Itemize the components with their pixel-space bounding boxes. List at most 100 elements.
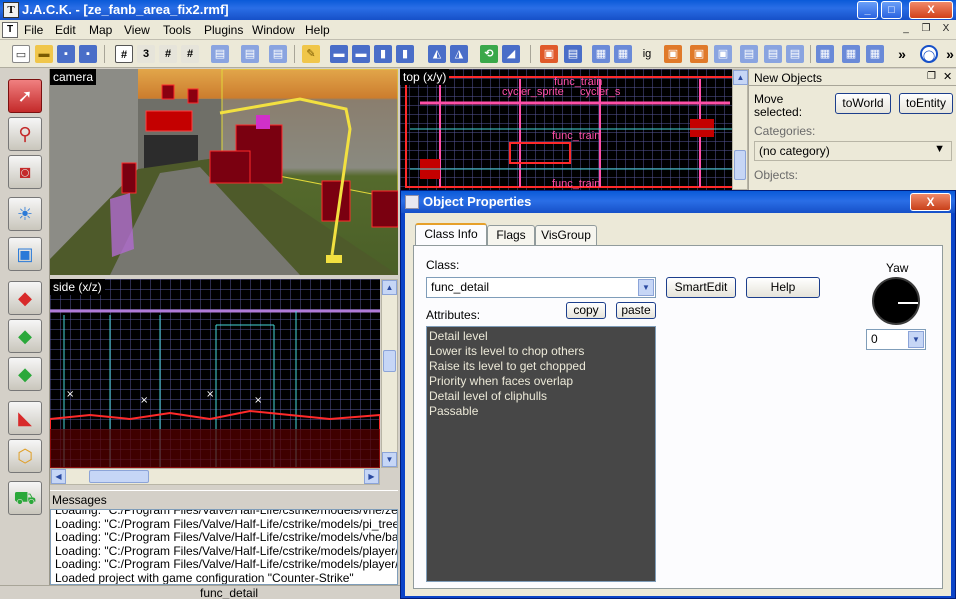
vertex-tool-icon[interactable]: ⬡ [8, 439, 42, 473]
scroll-right-arrow-icon[interactable]: ▶ [364, 469, 379, 484]
to-world-button[interactable]: toWorld [835, 93, 891, 114]
paste-special-icon[interactable]: ▤ [786, 45, 804, 63]
hide-selection-icon[interactable]: ▣ [714, 45, 732, 63]
scroll-thumb[interactable] [383, 350, 396, 372]
selection-tool-icon[interactable]: ➚ [8, 79, 42, 113]
dock-close-icon[interactable]: ✕ [943, 70, 952, 83]
new-file-icon[interactable]: ▭ [12, 45, 30, 63]
block-tool-icon[interactable]: ▣ [8, 237, 42, 271]
scroll-up-arrow-icon[interactable]: ▲ [733, 70, 748, 85]
menu-view[interactable]: View [124, 23, 150, 37]
chevron-down-icon[interactable]: ▼ [638, 279, 654, 296]
top-vertical-scrollbar[interactable]: ▲ [732, 69, 748, 190]
entity-report-icon[interactable]: ▦ [842, 45, 860, 63]
menu-tools[interactable]: Tools [163, 23, 191, 37]
scroll-thumb[interactable] [734, 150, 746, 180]
dialog-close-button[interactable]: X [910, 193, 951, 211]
decal-tool-icon[interactable]: ◆ [8, 357, 42, 391]
tab-flags[interactable]: Flags [487, 225, 535, 245]
save-icon[interactable]: ▪ [57, 45, 75, 63]
help-button[interactable]: Help [746, 277, 820, 298]
scroll-down-arrow-icon[interactable]: ▼ [382, 452, 397, 467]
dialog-titlebar[interactable]: Object Properties X [401, 191, 955, 213]
tab-visgroup[interactable]: VisGroup [535, 225, 597, 245]
show-all-icon[interactable]: ▦ [592, 45, 610, 63]
list-item[interactable]: Priority when faces overlap [429, 374, 653, 389]
carve-icon[interactable]: ▤ [211, 45, 229, 63]
list-item[interactable]: Raise its level to get chopped [429, 359, 653, 374]
yaw-select[interactable]: 0 ▼ [866, 329, 926, 350]
mdi-close-button[interactable]: X [938, 22, 954, 37]
select-all-icon[interactable]: ▦ [614, 45, 632, 63]
paste-button[interactable]: paste [616, 302, 656, 319]
class-select[interactable]: func_detail ▼ [426, 277, 656, 298]
flip-vertical-icon[interactable]: ◮ [450, 45, 468, 63]
toolbar-overflow-button[interactable]: » [893, 45, 911, 63]
category-select[interactable]: (no category) ▼ [754, 141, 952, 161]
align-left-icon[interactable]: ▮ [374, 45, 392, 63]
maximize-button[interactable]: □ [881, 1, 902, 19]
scroll-left-arrow-icon[interactable]: ◀ [51, 469, 66, 484]
camera-viewport[interactable]: camera [50, 69, 398, 275]
smaller-grid-icon[interactable]: # [159, 45, 177, 63]
ungroup-icon[interactable]: ▤ [269, 45, 287, 63]
mdi-minimize-button[interactable]: _ [898, 22, 914, 37]
scroll-up-arrow-icon[interactable]: ▲ [382, 280, 397, 295]
minimize-button[interactable]: _ [857, 1, 878, 19]
list-item[interactable]: Detail level of cliphulls [429, 389, 653, 404]
menu-help[interactable]: Help [305, 23, 330, 37]
list-item[interactable]: Detail level [429, 329, 653, 344]
copy-button[interactable]: copy [566, 302, 606, 319]
grid-icon[interactable]: # [115, 45, 133, 63]
magnify-tool-icon[interactable]: ⚲ [8, 117, 42, 151]
copy-icon[interactable]: ▤ [740, 45, 758, 63]
clip-tool-icon[interactable]: ◣ [8, 401, 42, 435]
attributes-list[interactable]: Detail level Lower its level to chop oth… [426, 326, 656, 582]
toggle-groups-icon[interactable]: ▣ [664, 45, 682, 63]
group-ignore-icon[interactable]: ▣ [690, 45, 708, 63]
scale-lock-icon[interactable]: ◢ [502, 45, 520, 63]
yaw-dial[interactable] [872, 277, 920, 325]
side-viewport[interactable]: × × × × side (x/z) [50, 279, 380, 468]
search-icon[interactable]: ◯ [920, 45, 938, 63]
chevron-down-icon[interactable]: ▼ [908, 331, 924, 348]
hide-items-icon[interactable]: ▤ [564, 45, 582, 63]
mdi-restore-button[interactable]: ❐ [918, 22, 934, 37]
check-problems-icon[interactable]: ▦ [866, 45, 884, 63]
open-file-icon[interactable]: ▬ [35, 45, 53, 63]
3d-grid-icon[interactable]: 3 [137, 45, 155, 63]
texture-browser-icon[interactable]: ▦ [816, 45, 834, 63]
apply-texture-tool-icon[interactable]: ◆ [8, 319, 42, 353]
menu-map[interactable]: Map [89, 23, 112, 37]
side-horizontal-scrollbar[interactable]: ◀ ▶ [50, 468, 380, 485]
align-bottom-icon[interactable]: ▬ [352, 45, 370, 63]
pencil-icon[interactable]: ✎ [302, 45, 320, 63]
save-as-icon[interactable]: ▪ [79, 45, 97, 63]
menu-edit[interactable]: Edit [55, 23, 76, 37]
texture-tool-icon[interactable]: ◆ [8, 281, 42, 315]
flip-horizontal-icon[interactable]: ◭ [428, 45, 446, 63]
chevron-down-icon[interactable]: ▼ [934, 143, 945, 155]
ignore-groups-button[interactable]: ig [638, 45, 656, 63]
top-viewport[interactable]: func_train cycler_sprite cycler_s func_t… [400, 69, 748, 190]
dock-restore-icon[interactable]: ❐ [927, 71, 936, 82]
texture-lock-icon[interactable]: ⟲ [480, 45, 498, 63]
cordon-icon[interactable]: ▣ [540, 45, 558, 63]
path-tool-icon[interactable]: ⛟ [8, 481, 42, 515]
side-vertical-scrollbar[interactable]: ▲ ▼ [381, 279, 398, 468]
menu-file[interactable]: File [24, 23, 43, 37]
list-item[interactable]: Lower its level to chop others [429, 344, 653, 359]
messages-pane[interactable]: Loading: "C:/Program Files/Valve/Half-Li… [50, 509, 398, 585]
align-right-icon[interactable]: ▮ [396, 45, 414, 63]
entity-tool-icon[interactable]: ☀ [8, 197, 42, 231]
camera-tool-icon[interactable]: ◙ [8, 155, 42, 189]
document-icon[interactable]: T [2, 22, 18, 38]
menu-window[interactable]: Window [252, 23, 295, 37]
close-button[interactable]: X [909, 1, 953, 19]
tab-class-info[interactable]: Class Info [415, 223, 487, 245]
app-icon[interactable]: T [3, 2, 19, 18]
larger-grid-icon[interactable]: # [181, 45, 199, 63]
align-top-icon[interactable]: ▬ [330, 45, 348, 63]
toolbar-overflow-button-2[interactable]: » [941, 45, 956, 63]
group-icon[interactable]: ▤ [241, 45, 259, 63]
